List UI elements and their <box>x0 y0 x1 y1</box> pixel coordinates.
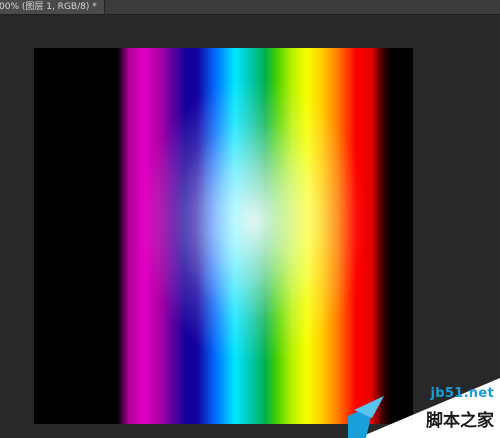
watermark-site-name: 脚本之家 <box>426 411 494 431</box>
watermark-url: jb51.net <box>430 386 494 401</box>
document-tab-title: 00% (图层 1, RGB/8) * <box>0 2 97 12</box>
photoshop-window: 00% (图层 1, RGB/8) * × jb51.net 脚本之家 <box>0 0 500 438</box>
close-icon[interactable]: × <box>103 0 104 14</box>
watermark: jb51.net 脚本之家 <box>348 366 500 438</box>
document-tab-bar: 00% (图层 1, RGB/8) * × <box>0 0 500 15</box>
document-tab[interactable]: 00% (图层 1, RGB/8) * × <box>0 0 105 14</box>
